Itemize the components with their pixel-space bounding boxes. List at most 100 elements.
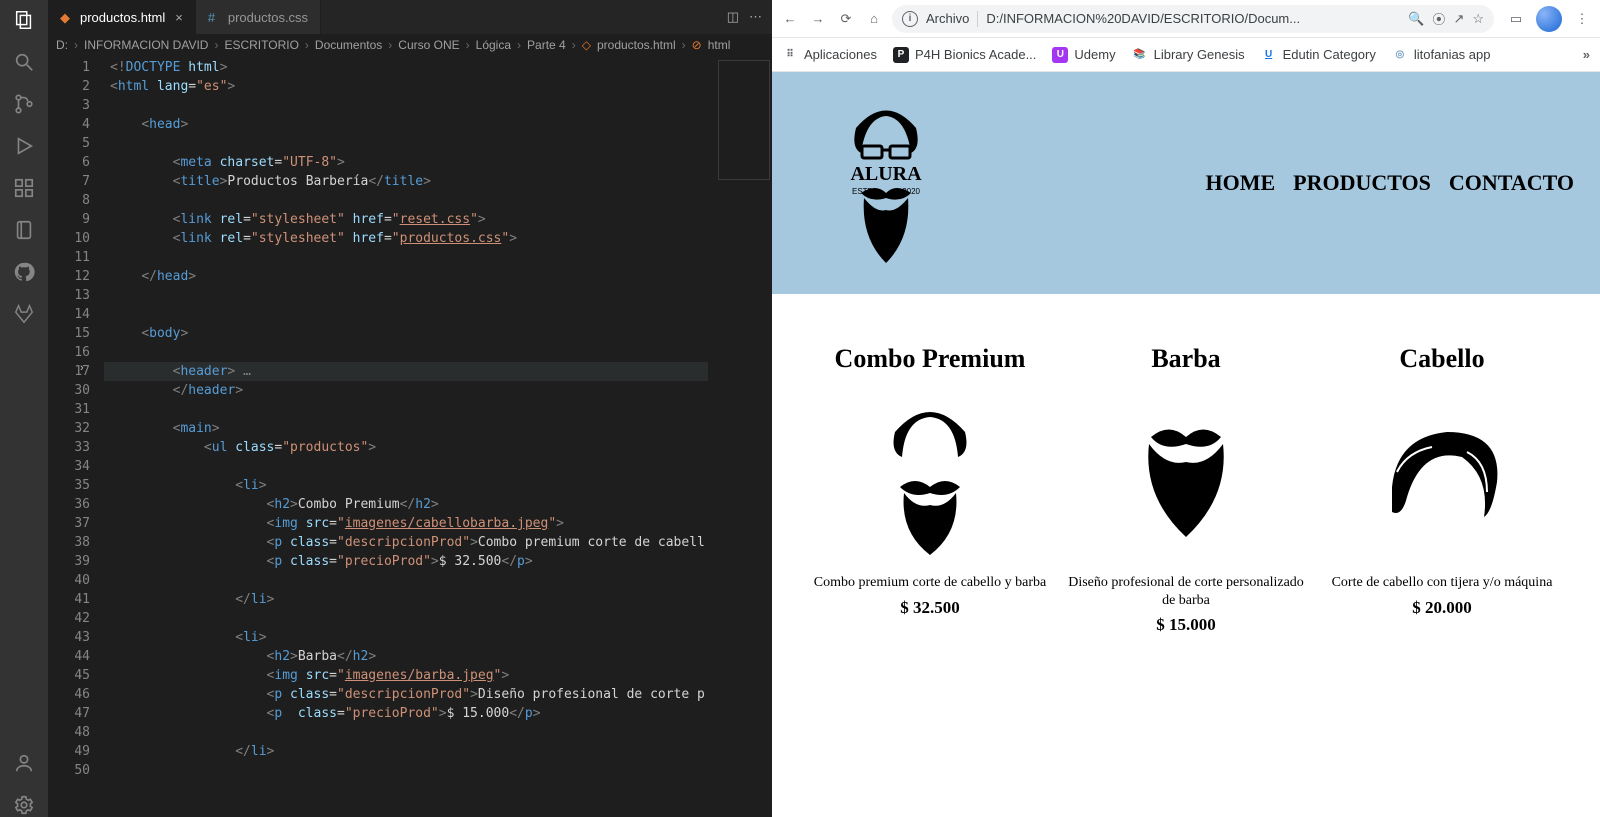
product-desc: Corte de cabello con tijera y/o máquina [1322, 574, 1562, 592]
bookmark-item[interactable]: U Edutin Category [1261, 47, 1376, 63]
page-header: ALURA ESTD 2020 HOME PRODUCTOS CONTACTO [772, 72, 1600, 294]
bookmark-label: Aplicaciones [804, 47, 877, 62]
editor-actions: ◫ ⋯ [717, 0, 772, 34]
editor-tabs: ◆ productos.html × # productos.css ◫ ⋯ [48, 0, 772, 34]
vscode-editor-area: ◆ productos.html × # productos.css ◫ ⋯ D… [48, 0, 772, 817]
breadcrumb-segment[interactable]: ESCRITORIO [224, 38, 298, 52]
back-icon[interactable]: ← [780, 9, 800, 29]
omnibox-url: D:/INFORMACION%20DAVID/ESCRITORIO/Docum.… [986, 11, 1400, 26]
nav-home[interactable]: HOME [1206, 170, 1276, 196]
page-nav: HOME PRODUCTOS CONTACTO [1206, 170, 1575, 196]
info-icon[interactable]: i [902, 11, 918, 27]
product-barba: Barba Diseño profesional de corte person… [1066, 344, 1306, 635]
separator [977, 11, 978, 27]
home-icon[interactable]: ⌂ [864, 9, 884, 29]
svg-text:ALURA: ALURA [850, 163, 922, 185]
products-list: Combo Premium Combo premium corte de cab… [772, 294, 1600, 675]
forward-icon[interactable]: → [808, 9, 828, 29]
explorer-icon[interactable] [12, 8, 36, 32]
github-icon[interactable] [12, 260, 36, 284]
product-price: $ 20.000 [1322, 598, 1562, 618]
product-desc: Combo premium corte de cabello y barba [810, 574, 1050, 592]
product-title: Combo Premium [810, 344, 1050, 374]
breadcrumb-segment[interactable]: Curso ONE [398, 38, 459, 52]
product-title: Cabello [1322, 344, 1562, 374]
html-file-icon: ◇ [582, 38, 591, 52]
code-editor[interactable]: 1234567891011121314151617303132333435363… [48, 56, 772, 817]
logo: ALURA ESTD 2020 [826, 98, 946, 268]
breadcrumb-segment[interactable]: Documentos [315, 38, 382, 52]
split-editor-icon[interactable]: ◫ [727, 9, 739, 25]
product-image [810, 392, 1050, 562]
bookmarks-overflow-icon[interactable]: » [1583, 47, 1590, 62]
run-debug-icon[interactable] [12, 134, 36, 158]
profile-avatar[interactable] [1536, 6, 1562, 32]
css-file-icon: # [208, 10, 222, 24]
extensions-icon[interactable] [12, 176, 36, 200]
breadcrumb-segment[interactable]: html [708, 38, 731, 52]
bookmarks-bar: ⠿ Aplicaciones P P4H Bionics Acade... U Udemy… [772, 38, 1600, 72]
menu-icon[interactable]: ⋮ [1572, 9, 1592, 29]
fold-caret-icon[interactable]: › [80, 362, 84, 374]
code-content[interactable]: <!DOCTYPE html><html lang="es"> <head> <… [104, 56, 772, 817]
chrome-toolbar: ← → ⟳ ⌂ i Archivo D:/INFORMACION%20DAVID… [772, 0, 1600, 38]
bookmark-icon: 📚 [1132, 47, 1148, 63]
bookmark-label: Udemy [1074, 47, 1115, 62]
bookmark-icon: P [893, 47, 909, 63]
activity-bar [0, 0, 48, 817]
bookmark-label: P4H Bionics Acade... [915, 47, 1036, 62]
breadcrumb-segment[interactable]: Parte 4 [527, 38, 566, 52]
source-control-icon[interactable] [12, 92, 36, 116]
reading-list-icon[interactable]: ▭ [1506, 9, 1526, 29]
html-file-icon: ◆ [60, 10, 74, 24]
bookmark-icon: U [1052, 47, 1068, 63]
bookmark-icon: U [1261, 47, 1277, 63]
bookmark-item[interactable]: ⠿ Aplicaciones [782, 47, 877, 63]
star-icon[interactable]: ☆ [1472, 11, 1484, 27]
breadcrumb-segment[interactable]: productos.html [597, 38, 676, 52]
chrome-window: ← → ⟳ ⌂ i Archivo D:/INFORMACION%20DAVID… [772, 0, 1600, 817]
nav-contacto[interactable]: CONTACTO [1449, 170, 1574, 196]
breadcrumb-segment[interactable]: INFORMACION DAVID [84, 38, 208, 52]
omnibox-prefix: Archivo [926, 11, 969, 26]
product-image [1066, 392, 1306, 562]
address-bar[interactable]: i Archivo D:/INFORMACION%20DAVID/ESCRITO… [892, 5, 1494, 33]
product-desc: Diseño profesional de corte personalizad… [1066, 574, 1306, 609]
reload-icon[interactable]: ⟳ [836, 9, 856, 29]
bookmark-icon: ◎ [1392, 47, 1408, 63]
notebook-icon[interactable] [12, 218, 36, 242]
search-icon[interactable]: 🔍 [1408, 11, 1424, 27]
bookmark-label: litofanias app [1414, 47, 1491, 62]
bookmark-item[interactable]: P P4H Bionics Acade... [893, 47, 1036, 63]
product-title: Barba [1066, 344, 1306, 374]
bookmark-item[interactable]: 📚Library Genesis [1132, 47, 1245, 63]
product-price: $ 15.000 [1066, 615, 1306, 635]
nav-productos[interactable]: PRODUCTOS [1293, 170, 1431, 196]
product-combo-premium: Combo Premium Combo premium corte de cab… [810, 344, 1050, 635]
more-icon[interactable]: ⋯ [749, 9, 762, 25]
minimap-viewport[interactable] [718, 60, 770, 180]
gitlab-icon[interactable] [12, 302, 36, 326]
tab-label: productos.css [228, 10, 308, 25]
bookmark-item[interactable]: ◎ litofanias app [1392, 47, 1491, 63]
tab-productos-css[interactable]: # productos.css [196, 0, 321, 34]
bookmark-icon: ⠿ [782, 47, 798, 63]
settings-gear-icon[interactable] [12, 793, 36, 817]
close-icon[interactable]: × [175, 10, 183, 25]
account-icon[interactable] [12, 751, 36, 775]
html-tag-icon: ⊘ [692, 38, 702, 52]
breadcrumbs[interactable]: D:› INFORMACION DAVID› ESCRITORIO› Docum… [48, 34, 772, 56]
minimap[interactable] [708, 56, 772, 817]
line-gutter: 1234567891011121314151617303132333435363… [48, 56, 104, 817]
search-icon[interactable] [12, 50, 36, 74]
tab-productos-html[interactable]: ◆ productos.html × [48, 0, 196, 34]
share-icon[interactable]: ↗ [1453, 11, 1464, 27]
vscode-window: ◆ productos.html × # productos.css ◫ ⋯ D… [0, 0, 772, 817]
tab-label: productos.html [80, 10, 165, 25]
product-cabello: Cabello Corte de cabello con tijera y/o … [1322, 344, 1562, 635]
bookmark-item[interactable]: U Udemy [1052, 47, 1115, 63]
translate-icon[interactable]: ⦿ [1432, 9, 1445, 28]
breadcrumb-segment[interactable]: Lógica [476, 38, 511, 52]
bookmark-label: Edutin Category [1283, 47, 1376, 62]
breadcrumb-segment[interactable]: D: [56, 38, 68, 52]
